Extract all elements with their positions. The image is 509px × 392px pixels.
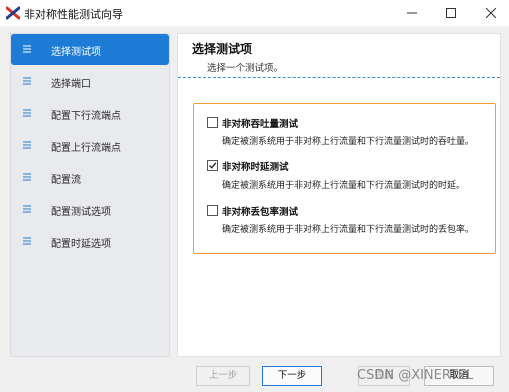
watermark: CSDN @XINERTEL <box>357 368 474 383</box>
list-icon <box>23 237 31 245</box>
sidebar-item-select-test[interactable]: 选择测试项 <box>11 34 169 65</box>
option-description: 确定被测系统用于非对称上行流量和下行流量测试时的吞吐量。 <box>222 137 475 147</box>
page-title: 选择测试项 <box>192 42 253 56</box>
option-title: 非对称丢包率测试 <box>222 207 299 218</box>
sidebar-item-label: 配置测试选项 <box>51 207 111 218</box>
test-options-group: 非对称吞吐量测试 确定被测系统用于非对称上行流量和下行流量测试时的吞吐量。 非对… <box>193 103 496 254</box>
sidebar-item-label: 配置流 <box>51 175 81 186</box>
list-icon <box>23 141 31 149</box>
page-subtitle: 选择一个测试项。 <box>207 63 284 74</box>
checkmark-icon <box>209 162 217 169</box>
sidebar-item-label: 选择测试项 <box>51 47 101 58</box>
sidebar-item-latency-options[interactable]: 配置时延选项 <box>11 226 169 257</box>
sidebar-item-select-port[interactable]: 选择端口 <box>11 66 169 97</box>
option-title: 非对称时延测试 <box>222 162 289 173</box>
divider <box>178 77 500 78</box>
throughput-test-checkbox[interactable] <box>207 117 218 128</box>
sidebar-item-downstream-endpoints[interactable]: 配置下行流端点 <box>11 98 169 129</box>
option-title: 非对称吞吐量测试 <box>222 119 299 130</box>
title-bar: 非对称性能测试向导 <box>0 0 509 27</box>
next-button[interactable]: 下一步 <box>262 366 322 386</box>
list-icon <box>23 45 31 53</box>
sidebar-item-label: 选择端口 <box>51 79 91 90</box>
close-button[interactable] <box>474 0 508 26</box>
sidebar-item-test-options[interactable]: 配置测试选项 <box>11 194 169 225</box>
maximize-icon <box>446 8 456 18</box>
option-description: 确定被测系统用于非对称上行流量和下行流量测试时的时延。 <box>222 181 466 191</box>
option-description: 确定被测系统用于非对称上行流量和下行流量测试时的丢包率。 <box>222 225 475 235</box>
step-content-panel: 选择测试项 选择一个测试项。 非对称吞吐量测试 确定被测系统用于非对称上行流量和… <box>177 33 501 357</box>
app-logo-icon <box>5 6 21 20</box>
sidebar-item-label: 配置时延选项 <box>51 239 111 250</box>
sidebar-item-label: 配置上行流端点 <box>51 143 121 154</box>
minimize-icon <box>407 12 417 14</box>
sidebar-item-upstream-endpoints[interactable]: 配置上行流端点 <box>11 130 169 161</box>
close-icon <box>486 8 496 18</box>
packet-loss-test-checkbox[interactable] <box>207 205 218 216</box>
sidebar-item-label: 配置下行流端点 <box>51 111 121 122</box>
maximize-button[interactable] <box>434 0 468 26</box>
list-icon <box>23 77 31 85</box>
minimize-button[interactable] <box>395 0 429 26</box>
window-title: 非对称性能测试向导 <box>24 8 123 21</box>
list-icon <box>23 205 31 213</box>
list-icon <box>23 173 31 181</box>
list-icon <box>23 109 31 117</box>
wizard-steps-sidebar: 选择测试项 选择端口 配置下行流端点 配置上行流端点 配置流 配置测试选项 配置… <box>10 33 170 357</box>
prev-button[interactable]: 上一步 <box>196 366 250 386</box>
latency-test-checkbox[interactable] <box>207 160 218 171</box>
sidebar-item-configure-flow[interactable]: 配置流 <box>11 162 169 193</box>
